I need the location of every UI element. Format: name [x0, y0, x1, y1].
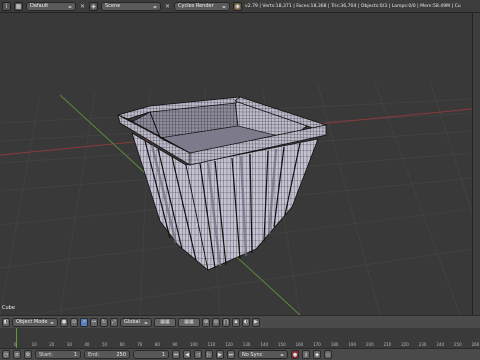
proportional-edit-icon[interactable]: ◎ [212, 317, 220, 327]
3d-view-header: ◧ Object Mode ● ⊙ ↗ ↔ ↻ ⤢ Global ▦▦ ▦▦ ⊕… [0, 315, 480, 328]
timeline-tick-label: 10 [31, 342, 37, 347]
layers-grid-2[interactable]: ▦▦ [178, 317, 200, 327]
timeline-tick-label: 230 [418, 342, 427, 347]
timeline-tick-label: 90 [172, 342, 178, 347]
sync-mode-select[interactable]: No Sync [238, 350, 288, 359]
transform-orientation-label: Global [124, 319, 140, 325]
start-frame-value: 1 [73, 351, 77, 358]
remove-scene-button[interactable]: ✕ [164, 2, 171, 11]
view3d-editor-icon[interactable]: ◧ [2, 317, 10, 327]
scene-label: Scene [105, 3, 121, 9]
timeline-tick-label: 260 [471, 342, 480, 347]
snap-element-icon[interactable]: ▪ [232, 317, 240, 327]
pivot-point-icon[interactable]: ⊙ [70, 317, 78, 327]
timeline-tick-label: 30 [66, 342, 72, 347]
timeline-tick-label: 110 [207, 342, 216, 347]
jump-start-icon[interactable]: ⏮ [172, 350, 180, 359]
end-frame-value: 250 [116, 351, 126, 358]
end-frame-label: End: [88, 351, 100, 358]
timeline-tick-label: 70 [137, 342, 143, 347]
planter-mesh[interactable] [116, 96, 328, 272]
start-frame-field[interactable]: Start: 1 [35, 350, 81, 359]
current-frame-field[interactable]: 1 [133, 350, 169, 359]
insert-key-icon[interactable]: ◆ [313, 350, 321, 359]
transform-orientation-select[interactable]: Global [120, 317, 152, 327]
timeline-tick-label: 160 [295, 342, 304, 347]
render-engine-label: Cycles Render [178, 3, 214, 9]
timeline-editor-icon[interactable]: ◷ [2, 350, 10, 359]
timeline-tick-label: 100 [190, 342, 198, 347]
render-engine-select[interactable]: Cycles Render [174, 1, 230, 11]
timeline-tick-label: 170 [313, 342, 321, 347]
play-reverse-icon[interactable]: ◁ [194, 350, 202, 359]
info-header: i ▦ Default ✕ ◈ Scene ✕ Cycles Render ◉ … [0, 0, 480, 13]
screen-layout-select[interactable]: Default [26, 1, 76, 11]
active-object-name: Cube [2, 305, 15, 311]
scene-statistics: v2.79 | Verts:18,371 | Faces:18,368 | Tr… [245, 3, 461, 9]
play-icon[interactable]: ▷ [205, 350, 213, 359]
rotate-icon[interactable]: ↻ [100, 317, 108, 327]
screen-layout-label: Default [30, 3, 49, 9]
timeline-tick-label: 220 [401, 342, 409, 347]
scene-icon[interactable]: ◈ [89, 1, 98, 11]
timeline-tick-label: 250 [454, 342, 462, 347]
sync-mode-label: No Sync [242, 351, 263, 358]
snap-magnet-icon[interactable]: ⋂ [222, 317, 230, 327]
render-icon[interactable]: ◐ [242, 317, 250, 327]
keying-set-icon[interactable]: ⚷ [302, 350, 310, 359]
remove-layout-button[interactable]: ✕ [79, 2, 86, 11]
timeline-tick-label: 130 [242, 342, 251, 347]
prev-keyframe-icon[interactable]: ◀ [183, 350, 191, 359]
timeline-tick-label: 40 [84, 342, 90, 347]
jump-end-icon[interactable]: ⏭ [227, 350, 235, 359]
translate-icon[interactable]: ↔ [90, 317, 98, 327]
timeline-tick-label: 0 [14, 342, 17, 347]
timeline-tick-label: 150 [278, 342, 286, 347]
timeline-header: ◷ ≡ ⚙ Start: 1 End: 250 1 ⏮ ◀ ◁ ▷ ▶ ⏭ No… [0, 348, 480, 360]
manipulator-toggle-icon[interactable]: ↗ [80, 317, 88, 327]
timeline-tick-label: 240 [436, 342, 445, 347]
properties-region-toggle[interactable] [472, 13, 480, 315]
playback-icon[interactable]: ⚙ [24, 350, 32, 359]
layers-grid[interactable]: ▦▦ [154, 317, 176, 327]
scale-icon[interactable]: ⤢ [110, 317, 118, 327]
timeline-tick-label: 210 [383, 342, 392, 347]
mode-select[interactable]: Object Mode [12, 317, 58, 327]
timeline-tick-label: 140 [260, 342, 269, 347]
viewport-canvas[interactable] [0, 13, 472, 315]
editor-type-icon[interactable]: i [2, 1, 11, 11]
delete-key-icon[interactable]: ◇ [324, 350, 332, 359]
start-frame-label: Start: [39, 351, 53, 358]
screen-layout-icon[interactable]: ▦ [14, 1, 23, 11]
view-menu-icon[interactable]: ≡ [13, 350, 21, 359]
scene-select[interactable]: Scene [101, 1, 161, 11]
auto-keyframe-icon[interactable]: ● [291, 350, 299, 359]
timeline-tick-label: 120 [225, 342, 233, 347]
mode-label: Object Mode [16, 319, 48, 325]
timeline-tick-label: 20 [49, 342, 55, 347]
viewport-shading-icon[interactable]: ● [60, 317, 68, 327]
current-frame-value: 1 [161, 351, 165, 358]
timeline-tick-label: 60 [119, 342, 125, 347]
next-keyframe-icon[interactable]: ▶ [216, 350, 224, 359]
timeline-tick-label: 50 [102, 342, 108, 347]
timeline-tick-label: 190 [348, 342, 357, 347]
3d-viewport[interactable]: Cube [0, 13, 472, 315]
timeline-tick-label: 80 [154, 342, 160, 347]
timeline-tick-label: 180 [330, 342, 339, 347]
blender-logo-icon: ◉ [233, 1, 242, 11]
lock-camera-icon[interactable]: ⊕ [202, 317, 210, 327]
render-anim-icon[interactable]: ▶ [252, 317, 260, 327]
timeline-tick-label: 200 [366, 342, 374, 347]
end-frame-field[interactable]: End: 250 [84, 350, 130, 359]
timeline-area[interactable]: 0 10 20 30 40 50 60 70 80 90 100 110 120 130 140 150 160… [0, 328, 480, 348]
